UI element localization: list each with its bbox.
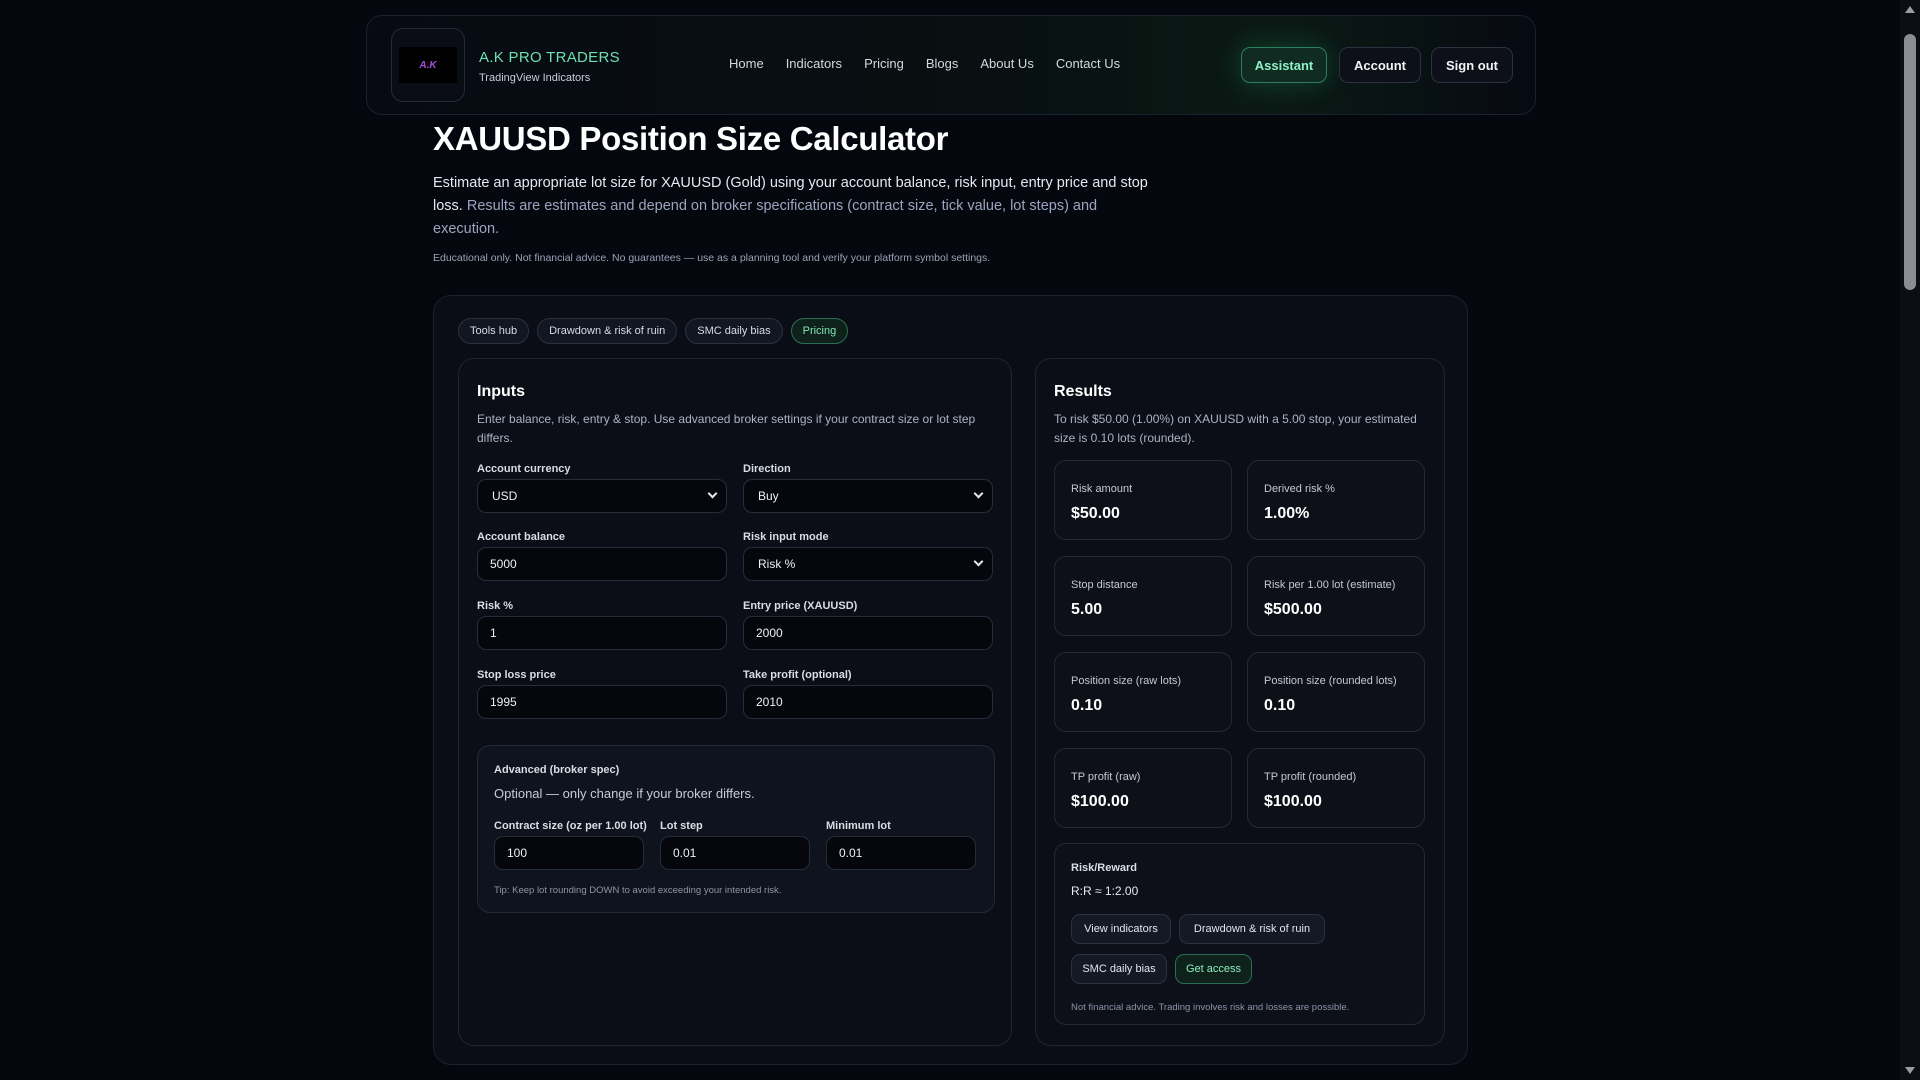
chevron-down-icon [973, 556, 984, 567]
stat-value: 1.00% [1264, 505, 1310, 522]
stop-loss-input[interactable]: 1995 [477, 685, 727, 719]
risk-pct-label: Risk % [477, 600, 514, 612]
advanced-subtitle: Optional — only change if your broker di… [494, 786, 755, 801]
get-access-button[interactable]: Get access [1175, 954, 1252, 984]
pill-drawdown[interactable]: Drawdown & risk of ruin [537, 318, 678, 344]
stat-value: $100.00 [1264, 793, 1322, 810]
nav-home[interactable]: Home [729, 56, 764, 71]
min-lot-label: Minimum lot [826, 820, 891, 832]
entry-label: Entry price (XAUUSD) [743, 600, 858, 612]
stat-value: 0.10 [1264, 697, 1296, 714]
stat-value: $100.00 [1071, 793, 1129, 810]
stop-loss-label: Stop loss price [477, 669, 556, 681]
inputs-subtitle: Enter balance, risk, entry & stop. Use a… [477, 412, 976, 445]
description-muted: Results are estimates and depend on brok… [433, 198, 1098, 237]
stat-label: Risk per 1.00 lot (estimate) [1264, 579, 1396, 591]
pill-smc-daily-bias[interactable]: SMC daily bias [685, 318, 783, 344]
page-scrollbar[interactable] [1900, 0, 1920, 1080]
risk-mode-value: Risk % [758, 557, 796, 571]
entry-input[interactable]: 2000 [743, 616, 993, 650]
smc-daily-bias-button[interactable]: SMC daily bias [1071, 954, 1167, 984]
results-title: Results [1054, 383, 1112, 400]
nav-indicators[interactable]: Indicators [786, 56, 842, 71]
stat-label: Position size (raw lots) [1071, 675, 1182, 687]
site-logo[interactable]: A.K [391, 28, 465, 102]
results-card: Results To risk $50.00 (1.00%) on XAUUSD… [1035, 358, 1445, 1046]
scroll-up-icon[interactable] [1905, 6, 1915, 13]
assistant-button[interactable]: Assistant [1241, 47, 1327, 83]
disclaimer-text: Educational only. Not financial advice. … [433, 252, 991, 264]
inputs-card: Inputs Enter balance, risk, entry & stop… [458, 358, 1012, 1046]
contract-size-label: Contract size (oz per 1.00 lot) [494, 820, 647, 832]
stat-tp-rounded: TP profit (rounded) $100.00 [1247, 748, 1425, 828]
risk-pct-input[interactable]: 1 [477, 616, 727, 650]
pill-tools-hub[interactable]: Tools hub [458, 318, 530, 344]
risk-reward-title: Risk/Reward [1071, 862, 1138, 874]
balance-input[interactable]: 5000 [477, 547, 727, 581]
stat-derived-risk: Derived risk % 1.00% [1247, 460, 1425, 540]
take-profit-label: Take profit (optional) [743, 669, 852, 681]
stat-value: 5.00 [1071, 601, 1103, 618]
lot-step-input[interactable]: 0.01 [660, 836, 810, 870]
direction-label: Direction [743, 463, 791, 475]
page-title: XAUUSD Position Size Calculator [433, 120, 949, 157]
currency-label: Account currency [477, 463, 571, 475]
site-header: A.K A.K PRO TRADERS TradingView Indicato… [366, 15, 1536, 115]
rounding-tip: Tip: Keep lot rounding DOWN to avoid exc… [494, 885, 782, 896]
brand-name[interactable]: A.K PRO TRADERS [479, 49, 620, 66]
take-profit-input[interactable]: 2010 [743, 685, 993, 719]
view-indicators-button[interactable]: View indicators [1071, 914, 1171, 944]
stat-size-raw: Position size (raw lots) 0.10 [1054, 652, 1232, 732]
risk-mode-label: Risk input mode [743, 531, 829, 543]
risk-note: Not financial advice. Trading involves r… [1071, 1002, 1350, 1013]
calculator-panel: Tools hub Drawdown & risk of ruin SMC da… [433, 295, 1468, 1065]
scroll-thumb[interactable] [1904, 34, 1916, 290]
nav-contact-us[interactable]: Contact Us [1056, 56, 1120, 71]
min-lot-input[interactable]: 0.01 [826, 836, 976, 870]
stat-value: $50.00 [1071, 505, 1120, 522]
sign-out-button[interactable]: Sign out [1431, 47, 1513, 83]
currency-select[interactable]: USD [477, 479, 727, 513]
drawdown-button[interactable]: Drawdown & risk of ruin [1179, 914, 1325, 944]
results-summary: To risk $50.00 (1.00%) on XAUUSD with a … [1054, 412, 1417, 445]
scroll-down-icon[interactable] [1905, 1067, 1915, 1074]
nav-about-us[interactable]: About Us [980, 56, 1033, 71]
stat-label: TP profit (raw) [1071, 771, 1141, 783]
stat-tp-raw: TP profit (raw) $100.00 [1054, 748, 1232, 828]
stat-label: Risk amount [1071, 483, 1133, 495]
risk-reward-box: Risk/Reward R:R ≈ 1:2.00 View indicators… [1054, 843, 1425, 1025]
direction-value: Buy [758, 489, 779, 503]
stat-size-rounded: Position size (rounded lots) 0.10 [1247, 652, 1425, 732]
main-nav: Home Indicators Pricing Blogs About Us C… [729, 56, 1142, 71]
inputs-title: Inputs [477, 383, 525, 400]
advanced-broker-spec: Advanced (broker spec) Optional — only c… [477, 745, 995, 913]
stat-risk-per-lot: Risk per 1.00 lot (estimate) $500.00 [1247, 556, 1425, 636]
advanced-title: Advanced (broker spec) [494, 764, 620, 776]
stat-risk-amount: Risk amount $50.00 [1054, 460, 1232, 540]
account-button[interactable]: Account [1339, 47, 1421, 83]
contract-size-input[interactable]: 100 [494, 836, 644, 870]
balance-label: Account balance [477, 531, 566, 543]
stat-label: TP profit (rounded) [1264, 771, 1357, 783]
risk-reward-value: R:R ≈ 1:2.00 [1071, 884, 1139, 898]
stat-value: 0.10 [1071, 697, 1103, 714]
currency-value: USD [492, 489, 518, 503]
logo-image: A.K [399, 47, 457, 83]
tool-links: Tools hub Drawdown & risk of ruin SMC da… [458, 318, 849, 344]
stat-label: Position size (rounded lots) [1264, 675, 1397, 687]
lot-step-label: Lot step [660, 820, 703, 832]
nav-pricing[interactable]: Pricing [864, 56, 904, 71]
chevron-down-icon [973, 488, 984, 499]
risk-mode-select[interactable]: Risk % [743, 547, 993, 581]
nav-blogs[interactable]: Blogs [926, 56, 959, 71]
direction-select[interactable]: Buy [743, 479, 993, 513]
stat-value: $500.00 [1264, 601, 1322, 618]
pill-pricing[interactable]: Pricing [790, 318, 849, 344]
stat-stop-distance: Stop distance 5.00 [1054, 556, 1232, 636]
stat-label: Derived risk % [1264, 483, 1335, 495]
stat-label: Stop distance [1071, 579, 1138, 591]
chevron-down-icon [707, 488, 718, 499]
brand-subtitle: TradingView Indicators [479, 72, 591, 84]
page-description: Estimate an appropriate lot size for XAU… [433, 172, 1153, 241]
